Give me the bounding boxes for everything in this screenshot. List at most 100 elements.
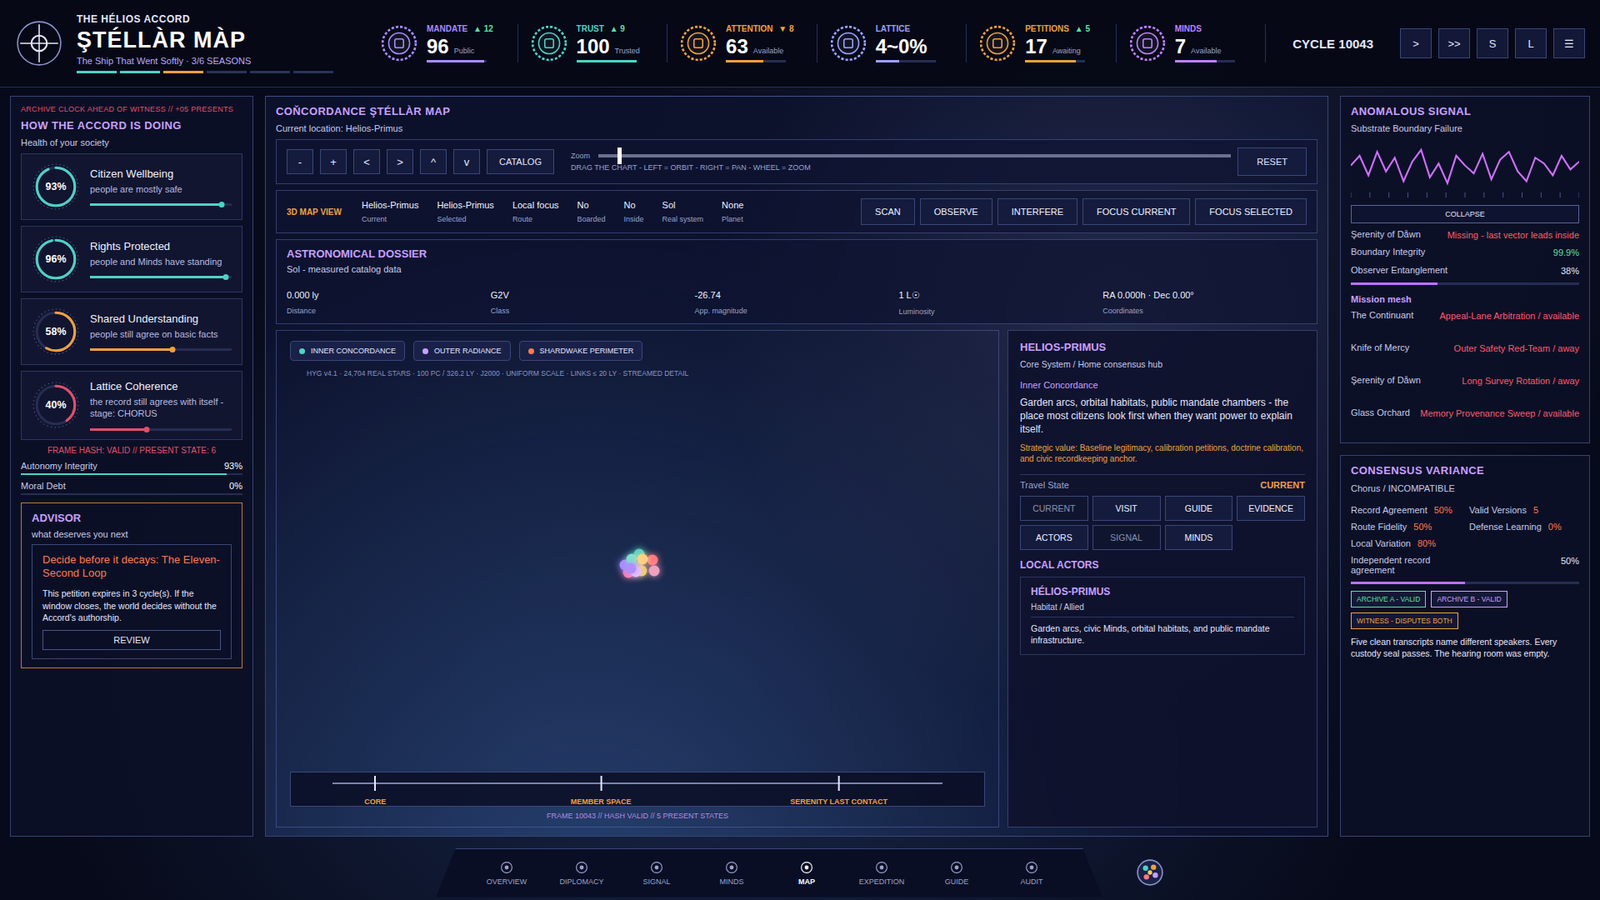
detail-button[interactable]: CURRENT	[1020, 495, 1089, 521]
season-segment	[120, 70, 160, 74]
stat-icon	[679, 24, 718, 63]
map-nav-button[interactable]: >	[386, 149, 414, 175]
signal-subtitle: Substrate Boundary Failure	[1350, 123, 1580, 134]
stat-label: PETITIONS ▲ 5	[1025, 24, 1090, 34]
zoom-slider[interactable]	[598, 154, 1231, 158]
svg-text:40%: 40%	[45, 399, 67, 411]
season-segment	[250, 70, 290, 74]
society-meter: Moral Debt0%	[20, 480, 243, 495]
panel-subtitle: Health of your society	[20, 137, 243, 148]
nav-item[interactable]: AUDIT	[994, 849, 1070, 898]
star-node[interactable]	[648, 565, 660, 577]
map-nav-button[interactable]: -	[286, 149, 314, 175]
legend-chip[interactable]: OUTER RADIANCE	[413, 340, 511, 361]
stat-value: 17	[1025, 35, 1048, 59]
health-title: Citizen Wellbeing	[90, 167, 232, 180]
map-nav-button[interactable]: ^	[420, 149, 447, 175]
nav-item[interactable]: DIPLOMACY	[544, 849, 620, 898]
stat: ATTENTION ▼ 863Available	[679, 24, 818, 63]
archive-alert: ARCHIVE CLOCK AHEAD OF WITNESS // +05 PR…	[20, 105, 243, 114]
star-node[interactable]	[625, 563, 636, 575]
consensus-variance-panel: CONSENSUS VARIANCEChorus / INCOMPATIBLER…	[1340, 455, 1590, 837]
detail-button[interactable]: MINDS	[1165, 525, 1234, 550]
time-control-button[interactable]: L	[1515, 28, 1547, 59]
map-action-button[interactable]: INTERFERE	[997, 198, 1078, 225]
consensus-metric: Local Variation80%	[1350, 538, 1461, 549]
stat-label: MINDS	[1175, 24, 1235, 34]
time-control-button[interactable]: >	[1400, 28, 1432, 59]
health-title: Lattice Coherence	[90, 380, 232, 393]
stellar-map-panel: COŇCORDANCE ŞTÉLLÀR MAPCurrent location:…	[265, 95, 1329, 837]
stat-label: TRUST ▲ 9	[576, 24, 640, 34]
catalog-caption: HYG v4.1 · 24,704 REAL STARS · 100 PC / …	[306, 369, 689, 378]
system-region: Inner Concordance	[1020, 380, 1305, 390]
detail-button[interactable]: ACTORS	[1020, 525, 1089, 550]
nav-icon	[875, 860, 889, 875]
nav-item[interactable]: EXPEDITION	[844, 849, 920, 898]
nav-item[interactable]: SIGNAL	[619, 849, 695, 898]
star-node[interactable]	[637, 553, 649, 565]
map-nav-button[interactable]: v	[453, 149, 480, 175]
actor-card[interactable]: HÉLIOS-PRIMUSHabitat / AlliedGarden arcs…	[1020, 576, 1305, 655]
reset-button[interactable]: RESET	[1237, 147, 1307, 176]
time-control-button[interactable]: >>	[1438, 28, 1470, 59]
consensus-metric: Route Fidelity50%	[1350, 521, 1461, 532]
star-map[interactable]: INNER CONCORDANCE OUTER RADIANCE SHARDWAKE…	[275, 330, 1000, 828]
nav-icon	[800, 860, 814, 875]
season-segment	[76, 70, 117, 74]
dossier-field: RA 0.000h · Dec 0.00°Coordinates	[1102, 290, 1307, 316]
dossier-field: G2VClass	[490, 290, 695, 316]
review-button[interactable]: REVIEW	[42, 630, 221, 650]
game-screen: THE HÉLIOS ACCORDŞTÉLLÀR MÀPThe Ship Tha…	[0, 0, 1600, 900]
stat-sub: Trusted	[615, 46, 640, 55]
map-action-button[interactable]: FOCUS SELECTED	[1195, 198, 1307, 225]
nav-item[interactable]: OVERVIEW	[469, 849, 545, 898]
main-area: ARCHIVE CLOCK AHEAD OF WITNESS // +05 PR…	[0, 87, 1600, 845]
map-nav-button[interactable]: +	[320, 149, 347, 175]
local-actors-title: LOCAL ACTORS	[1020, 559, 1305, 571]
detail-button[interactable]: EVIDENCE	[1236, 495, 1305, 521]
legend-chip[interactable]: SHARDWAKE PERIMETER	[519, 340, 644, 361]
advisor-body: This petition expires in 3 cycle(s). If …	[42, 587, 221, 624]
dossier-subtitle: Sol - measured catalog data	[286, 264, 1307, 275]
health-bar	[90, 203, 232, 206]
society-meter: Autonomy Integrity93%	[20, 460, 243, 475]
legend-chip[interactable]: INNER CONCORDANCE	[290, 340, 405, 361]
current-location: Current location: Helios-Primus	[275, 123, 1318, 134]
season-segment	[163, 70, 204, 74]
collapse-button[interactable]: COLLAPSE	[1350, 205, 1580, 224]
map-action-button[interactable]: FOCUS CURRENT	[1082, 198, 1190, 225]
nav-item[interactable]: MINDS	[694, 849, 770, 898]
view-field: Helios-PrimusCurrent	[361, 200, 419, 224]
frame-status: FRAME 10043 // HASH VALID // 5 PRESENT S…	[290, 811, 985, 820]
time-control-button[interactable]: ☰	[1553, 28, 1585, 59]
globe-icon[interactable]	[1135, 858, 1165, 887]
screen-title: ŞTÉLLÀR MÀP	[76, 27, 334, 54]
advisor-panel: ADVISORwhat deserves you nextDecide befo…	[20, 502, 243, 669]
health-bar	[90, 348, 232, 351]
health-title: Shared Understanding	[90, 312, 232, 325]
stat: MINDS 7Available	[1128, 24, 1267, 63]
stat-value: 7	[1175, 35, 1186, 59]
system-description: Garden arcs, orbital habitats, public ma…	[1020, 395, 1305, 437]
map-action-button[interactable]: SCAN	[860, 198, 915, 225]
consensus-metric: Record Agreement50%	[1350, 505, 1461, 515]
health-card: 40%Lattice Coherencethe record still agr…	[20, 370, 243, 440]
map-action-button[interactable]: OBSERVE	[920, 198, 993, 225]
detail-button[interactable]: VISIT	[1092, 495, 1161, 521]
consensus-metric: Valid Versions5	[1469, 505, 1580, 515]
anomalous-signal-panel: ANOMALOUS SIGNALSubstrate Boundary Failu…	[1340, 95, 1590, 444]
catalog-button[interactable]: CATALOG	[486, 149, 555, 175]
mission-row: The ContinuantAppeal-Lane Arbitration / …	[1350, 310, 1580, 337]
star-node[interactable]	[646, 555, 658, 566]
detail-button[interactable]: GUIDE	[1165, 495, 1234, 521]
health-desc: people and Minds have standing	[90, 255, 232, 268]
season-segment	[206, 70, 247, 74]
nav-item[interactable]: GUIDE	[919, 849, 995, 898]
map-nav-button[interactable]: <	[353, 149, 380, 175]
detail-button[interactable]: SIGNAL	[1092, 525, 1161, 550]
time-control-button[interactable]: S	[1476, 28, 1509, 59]
meter-label: Autonomy Integrity	[20, 460, 98, 471]
view-field: Local focusRoute	[512, 200, 560, 224]
nav-item[interactable]: MAP	[769, 849, 845, 898]
